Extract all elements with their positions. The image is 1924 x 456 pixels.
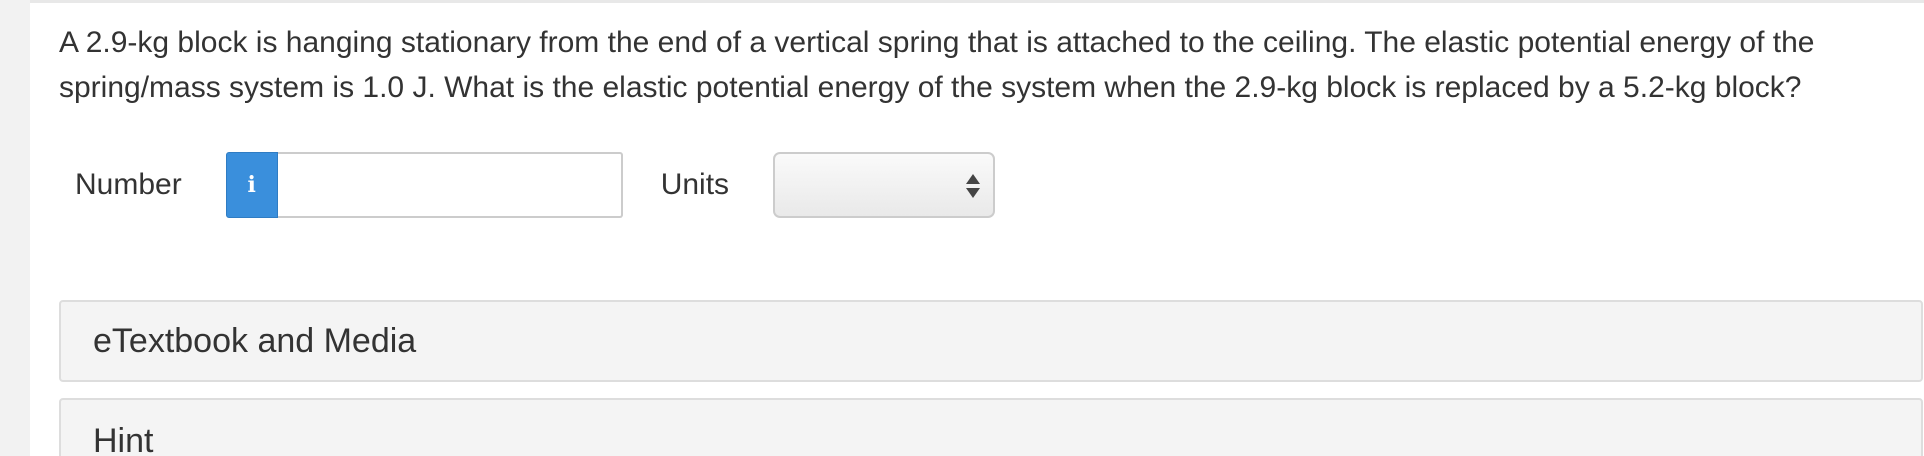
etextbook-media-panel[interactable]: eTextbook and Media bbox=[59, 300, 1923, 382]
units-select[interactable] bbox=[773, 152, 996, 218]
hint-panel[interactable]: Hint bbox=[59, 398, 1923, 456]
number-input[interactable] bbox=[277, 152, 623, 218]
number-input-group: i bbox=[225, 152, 623, 218]
answer-row: Number i Units bbox=[59, 151, 996, 219]
info-button[interactable]: i bbox=[225, 152, 278, 218]
panel-title-etextbook: eTextbook and Media bbox=[93, 322, 417, 360]
left-gutter bbox=[0, 0, 30, 456]
number-label: Number bbox=[75, 168, 182, 201]
panel-title-hint: Hint bbox=[93, 422, 154, 456]
question-text: A 2.9-kg block is hanging stationary fro… bbox=[59, 26, 1815, 104]
sort-arrows-icon bbox=[966, 171, 981, 201]
top-divider bbox=[30, 0, 1924, 3]
info-icon: i bbox=[247, 172, 256, 198]
units-label: Units bbox=[660, 168, 730, 201]
